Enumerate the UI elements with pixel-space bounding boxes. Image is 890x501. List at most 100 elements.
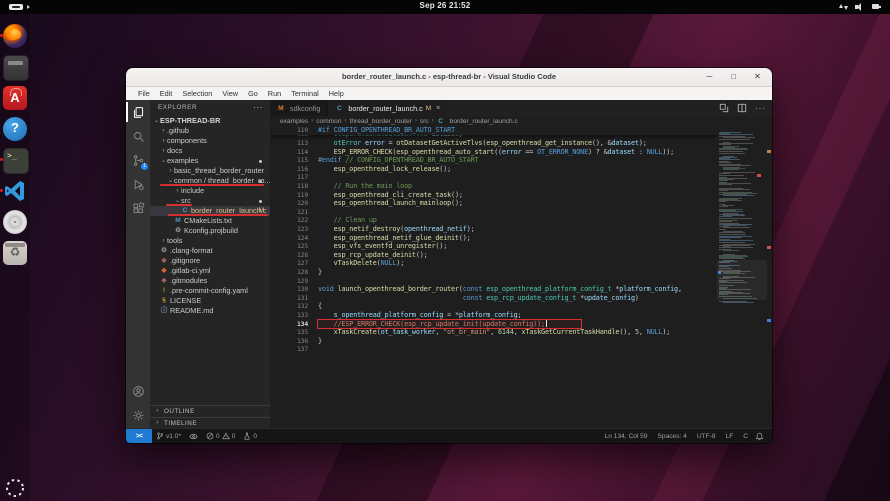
code-line-124[interactable]: 124 esp_openthread_netif_glue_deinit(); (270, 234, 718, 243)
network-icon[interactable] (838, 2, 848, 12)
settings-gear-icon[interactable] (126, 403, 150, 427)
dock-item-software-store[interactable] (3, 86, 27, 110)
menu-run[interactable]: Run (263, 89, 286, 98)
tree-item--clang-format[interactable]: ⚙.clang-format (150, 246, 270, 256)
menu-terminal[interactable]: Terminal (286, 89, 324, 98)
code-line-126[interactable]: 126 esp_rcp_update_deinit(); (270, 251, 718, 260)
cursor-position[interactable]: Ln 134, Col 59 (602, 433, 651, 440)
tree-item-components[interactable]: ›components (150, 136, 270, 146)
code-line-127[interactable]: 127 vTaskDelete(NULL); (270, 259, 718, 268)
code-line-137[interactable]: 137 (270, 345, 718, 354)
minimize-button[interactable]: ─ (703, 70, 716, 83)
code-line-120[interactable]: 120 esp_openthread_launch_mainloop(); (270, 199, 718, 208)
menu-edit[interactable]: Edit (155, 89, 178, 98)
tree-item-cmakelists-txt[interactable]: MCMakeLists.txt (150, 216, 270, 226)
dock-item-help[interactable] (3, 117, 27, 141)
code-line-125[interactable]: 125 esp_vfs_eventfd_unregister(); (270, 242, 718, 251)
tree-item-tools[interactable]: ›tools (150, 236, 270, 246)
breadcrumb-src[interactable]: src (420, 118, 429, 125)
source-control-icon[interactable]: 1 (126, 148, 150, 172)
tree-item-kconfig-projbuild[interactable]: ⚙Kconfig.projbuild (150, 226, 270, 236)
eol-sequence[interactable]: LF (723, 433, 737, 440)
code-line-128[interactable]: 128} (270, 268, 718, 277)
extensions-icon[interactable] (126, 196, 150, 220)
tree-item-common-thread-border-ro-[interactable]: ⌄common / thread_border_ro... (150, 176, 270, 186)
dock-item-package-updater[interactable] (3, 241, 27, 265)
code-line-115[interactable]: 115#endif // CONFIG_OPENTHREAD_BR_AUTO_S… (270, 156, 718, 165)
code-line-116[interactable]: 116 esp_openthread_lock_release(); (270, 165, 718, 174)
code-line-119[interactable]: 119 esp_openthread_cli_create_task(); (270, 191, 718, 200)
code-line-121[interactable]: 121 (270, 208, 718, 217)
breadcrumb-examples[interactable]: examples (280, 118, 308, 125)
code-line-129[interactable]: 129 (270, 277, 718, 286)
breadcrumb-file[interactable]: border_router_launch.c (450, 118, 518, 125)
overview-ruler[interactable] (765, 126, 772, 429)
code-line-114[interactable]: 114 ESP_ERROR_CHECK(esp_openthread_auto_… (270, 148, 718, 157)
code-line-134[interactable]: 134 //ESP_ERROR_CHECK(esp_rcp_update_ini… (270, 320, 718, 329)
dock-item-terminal[interactable] (3, 148, 27, 172)
explorer-more-actions[interactable]: ··· (253, 100, 263, 116)
dock-item-firefox[interactable] (3, 24, 27, 48)
code-line-135[interactable]: 135 xTaskCreate(ot_task_worker, "ot_br_m… (270, 328, 718, 337)
close-button[interactable]: ✕ (751, 70, 764, 83)
code-line-132[interactable]: 132{ (270, 302, 718, 311)
menu-file[interactable]: File (133, 89, 155, 98)
dock-item-vscode[interactable] (3, 179, 27, 203)
dock-item-files[interactable] (3, 55, 27, 79)
tree-item--github[interactable]: ›.github (150, 126, 270, 136)
tree-root[interactable]: ⌄ESP-THREAD-BR (150, 116, 270, 126)
code-line-117[interactable]: 117 (270, 173, 718, 182)
volume-icon[interactable] (855, 2, 865, 12)
tab-border-router-launch-c[interactable]: Cborder_router_launch.cM× (328, 100, 447, 116)
open-changes-icon[interactable] (719, 103, 729, 113)
git-branch-item[interactable]: v1.0* (152, 432, 185, 440)
encoding[interactable]: UTF-8 (694, 433, 719, 440)
code-line-110[interactable]: 110#if CONFIG_OPENTHREAD_BR_AUTO_START (270, 126, 718, 135)
panel-outline[interactable]: ›OUTLINE (150, 405, 270, 417)
tree-item-border-router-launch-c[interactable]: Cborder_router_launch.cM (150, 206, 270, 216)
indentation[interactable]: Spaces: 4 (655, 433, 690, 440)
code-line-136[interactable]: 136} (270, 337, 718, 346)
code-line-122[interactable]: 122 // Clean up (270, 216, 718, 225)
title-bar[interactable]: border_router_launch.c - esp-thread-br -… (126, 68, 772, 87)
tree-item--gitlab-ci-yml[interactable]: ◆.gitlab-ci.yml (150, 266, 270, 276)
code-line-133[interactable]: 133 s_openthread_platform_config = *plat… (270, 311, 718, 320)
code-line-131[interactable]: 131 const esp_rcp_update_config_t *updat… (270, 294, 718, 303)
tree-item-examples[interactable]: ⌄examples (150, 156, 270, 166)
maximize-button[interactable]: □ (727, 70, 740, 83)
breadcrumb-thread_border_router[interactable]: thread_border_router (350, 118, 412, 125)
code-line-118[interactable]: 118 // Run the main loop (270, 182, 718, 191)
problems-item[interactable]: 0 0 (202, 432, 239, 440)
flask-item[interactable]: 0 (239, 432, 261, 440)
run-debug-icon[interactable] (126, 172, 150, 196)
menu-help[interactable]: Help (324, 89, 349, 98)
sync-eye-item[interactable] (185, 432, 202, 441)
tab-sdkconfig[interactable]: Msdkconfig (270, 100, 328, 116)
tree-item-basic-thread-border-router[interactable]: ›basic_thread_border_router (150, 166, 270, 176)
remote-indicator[interactable]: >< (126, 429, 152, 443)
tree-item-src[interactable]: ⌄src (150, 196, 270, 206)
language-mode[interactable]: C (740, 433, 751, 440)
account-icon[interactable] (126, 379, 150, 403)
search-icon[interactable] (126, 124, 150, 148)
menu-go[interactable]: Go (243, 89, 263, 98)
battery-icon[interactable] (872, 2, 882, 12)
tree-item-license[interactable]: §LICENSE (150, 296, 270, 306)
tree-item-include[interactable]: ›include (150, 186, 270, 196)
breadcrumb-common[interactable]: common (316, 118, 341, 125)
tree-item--gitmodules[interactable]: ◆.gitmodules (150, 276, 270, 286)
close-tab-icon[interactable]: × (436, 105, 440, 112)
system-tray[interactable] (838, 2, 882, 12)
code-editor[interactable]: 110#if CONFIG_OPENTHREAD_BR_AUTO_START 11… (270, 126, 772, 429)
minimap[interactable] (719, 128, 765, 429)
code-line-123[interactable]: 123 esp_netif_destroy(openthread_netif); (270, 225, 718, 234)
tree-item-readme-md[interactable]: ⓘREADME.md (150, 306, 270, 316)
notifications-bell-icon[interactable] (755, 432, 764, 441)
tree-item--gitignore[interactable]: ◆.gitignore (150, 256, 270, 266)
tree-item--pre-commit-config-yaml[interactable]: !.pre-commit-config.yaml (150, 286, 270, 296)
dock-item-show-applications[interactable] (3, 476, 27, 500)
explorer-icon[interactable] (126, 100, 150, 124)
split-editor-icon[interactable] (737, 103, 747, 113)
tree-item-docs[interactable]: ›docs (150, 146, 270, 156)
code-line-130[interactable]: 130void launch_openthread_border_router(… (270, 285, 718, 294)
